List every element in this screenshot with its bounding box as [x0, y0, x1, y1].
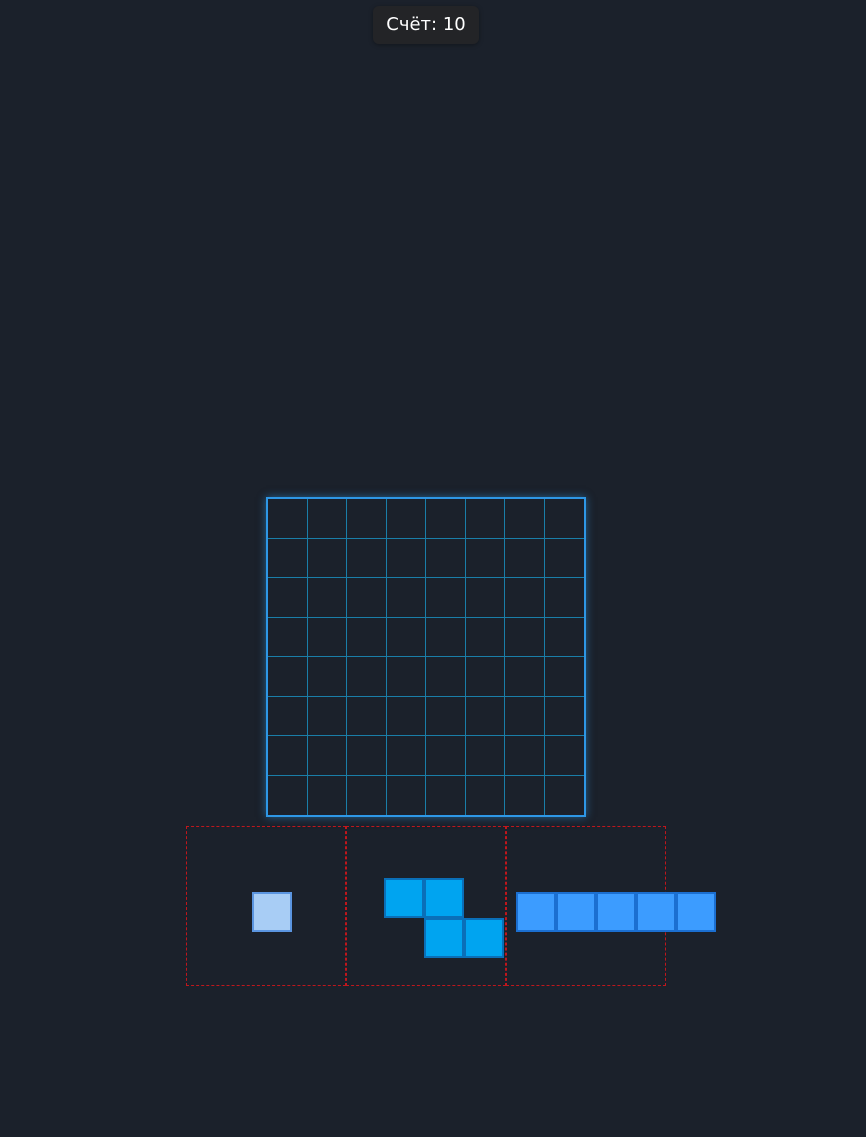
- piece-block: [596, 892, 636, 932]
- board-cell[interactable]: [307, 538, 347, 578]
- board-cell[interactable]: [465, 578, 505, 618]
- board-cell[interactable]: [268, 775, 308, 815]
- board-cell[interactable]: [505, 578, 545, 618]
- board-cell[interactable]: [386, 657, 426, 697]
- board-cell[interactable]: [268, 657, 308, 697]
- board-cell[interactable]: [505, 499, 545, 539]
- piece-block: [252, 892, 292, 932]
- game-board[interactable]: [266, 497, 586, 817]
- board-cell[interactable]: [307, 499, 347, 539]
- board-cell[interactable]: [426, 617, 466, 657]
- board-cell[interactable]: [426, 775, 466, 815]
- board-cell[interactable]: [386, 617, 426, 657]
- board-cell[interactable]: [347, 775, 387, 815]
- piece-block: [384, 878, 424, 918]
- board-cell[interactable]: [505, 538, 545, 578]
- piece-tray-1[interactable]: [186, 826, 346, 986]
- board-cell[interactable]: [268, 617, 308, 657]
- board-cell[interactable]: [426, 696, 466, 736]
- board-cell[interactable]: [347, 538, 387, 578]
- board-cell[interactable]: [505, 617, 545, 657]
- board-cell[interactable]: [386, 696, 426, 736]
- board-cell[interactable]: [544, 697, 584, 736]
- board-cell[interactable]: [268, 499, 308, 539]
- board-cell[interactable]: [465, 736, 505, 776]
- board-cell[interactable]: [466, 775, 505, 815]
- piece-block: [516, 892, 556, 932]
- board-cell[interactable]: [465, 499, 505, 539]
- board-cell[interactable]: [426, 657, 466, 697]
- board-cell[interactable]: [268, 578, 308, 618]
- board-cell[interactable]: [426, 499, 466, 539]
- board-cell[interactable]: [545, 776, 585, 816]
- board-cell[interactable]: [505, 657, 545, 697]
- board-cell[interactable]: [544, 499, 584, 539]
- board-cell[interactable]: [426, 736, 466, 776]
- board-cell[interactable]: [544, 578, 584, 618]
- board-cell[interactable]: [347, 657, 387, 697]
- board-cell[interactable]: [505, 696, 545, 736]
- board-cell[interactable]: [347, 578, 387, 618]
- board-cell[interactable]: [386, 578, 426, 618]
- board-cell[interactable]: [308, 775, 347, 815]
- piece-block: [636, 892, 676, 932]
- board-cell[interactable]: [307, 617, 347, 657]
- board-cell[interactable]: [268, 538, 308, 578]
- board-cell[interactable]: [465, 657, 505, 697]
- board-cell[interactable]: [307, 578, 347, 618]
- board-cell[interactable]: [307, 696, 347, 736]
- board-cell[interactable]: [426, 578, 466, 618]
- piece-block: [464, 918, 504, 958]
- board-cell[interactable]: [268, 736, 308, 776]
- board-cell[interactable]: [386, 736, 426, 776]
- piece-block: [676, 892, 716, 932]
- board-cell[interactable]: [307, 736, 347, 776]
- piece-block: [556, 892, 596, 932]
- board-cell[interactable]: [505, 736, 545, 776]
- board-cell[interactable]: [347, 736, 387, 776]
- board-cell[interactable]: [544, 736, 584, 776]
- piece-tray-2[interactable]: [346, 826, 506, 986]
- board-cell[interactable]: [386, 499, 426, 539]
- board-cell[interactable]: [347, 696, 387, 736]
- board-cell[interactable]: [386, 538, 426, 578]
- board-cell[interactable]: [465, 538, 505, 578]
- board-cell[interactable]: [426, 538, 466, 578]
- board-cell[interactable]: [544, 618, 584, 657]
- piece-block: [424, 878, 464, 918]
- score-badge: Счёт: 10: [373, 6, 479, 44]
- board-cell[interactable]: [268, 696, 308, 736]
- piece-block: [424, 918, 464, 958]
- board-cell[interactable]: [347, 617, 387, 657]
- board-cell[interactable]: [387, 775, 426, 815]
- board-cell[interactable]: [544, 539, 584, 578]
- board-cell[interactable]: [347, 499, 387, 539]
- board-cell[interactable]: [465, 617, 505, 657]
- piece-tray-3[interactable]: [506, 826, 716, 986]
- board-cell[interactable]: [544, 657, 584, 697]
- board-cell[interactable]: [505, 775, 545, 815]
- board-cell[interactable]: [465, 696, 505, 736]
- board-cell[interactable]: [307, 657, 347, 697]
